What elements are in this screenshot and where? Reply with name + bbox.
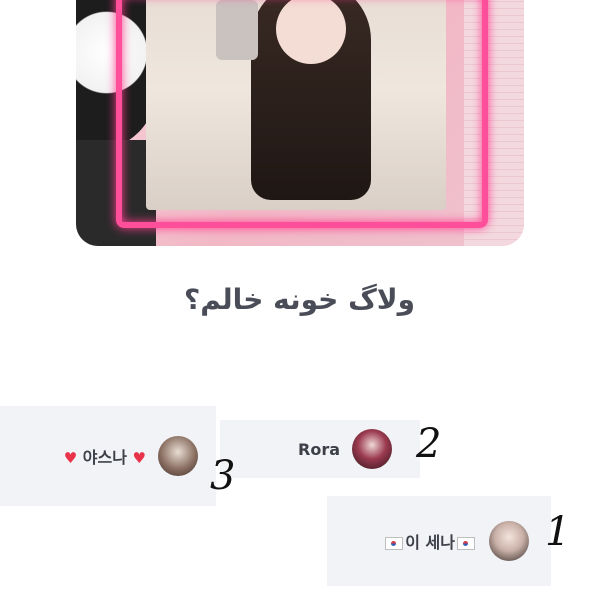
post-page: ولاگ خونه خالم؟ ♥ 야스나 ♥ Rora 이 세나 3 2 1 [0,0,599,596]
rank-number-1: 1 [545,509,571,555]
heart-icon: ♥ [132,449,146,467]
rank-number-3: 3 [210,453,236,499]
user-chip-sena[interactable]: 이 세나 [327,496,551,586]
neon-frame-graphic [116,0,488,228]
korean-flag-icon [457,537,475,550]
post-title: ولاگ خونه خالم؟ [183,283,416,316]
user-chip-rora[interactable]: Rora [220,420,420,478]
user-name-yasna: ♥ 야스나 ♥ [64,444,146,468]
rank-number-2: 2 [416,421,442,467]
user-name-label: 이 세나 [405,533,455,552]
cover-image[interactable] [76,0,524,246]
user-name-label: Rora [298,439,340,459]
korean-flag-icon [385,537,404,550]
user-name-label: 야스나 [82,448,127,467]
user-name-sena: 이 세나 [383,529,477,553]
heart-icon: ♥ [63,449,78,467]
avatar[interactable] [158,436,198,476]
avatar[interactable] [352,429,392,469]
user-chip-yasna[interactable]: ♥ 야스나 ♥ [0,406,216,506]
avatar[interactable] [489,521,529,561]
